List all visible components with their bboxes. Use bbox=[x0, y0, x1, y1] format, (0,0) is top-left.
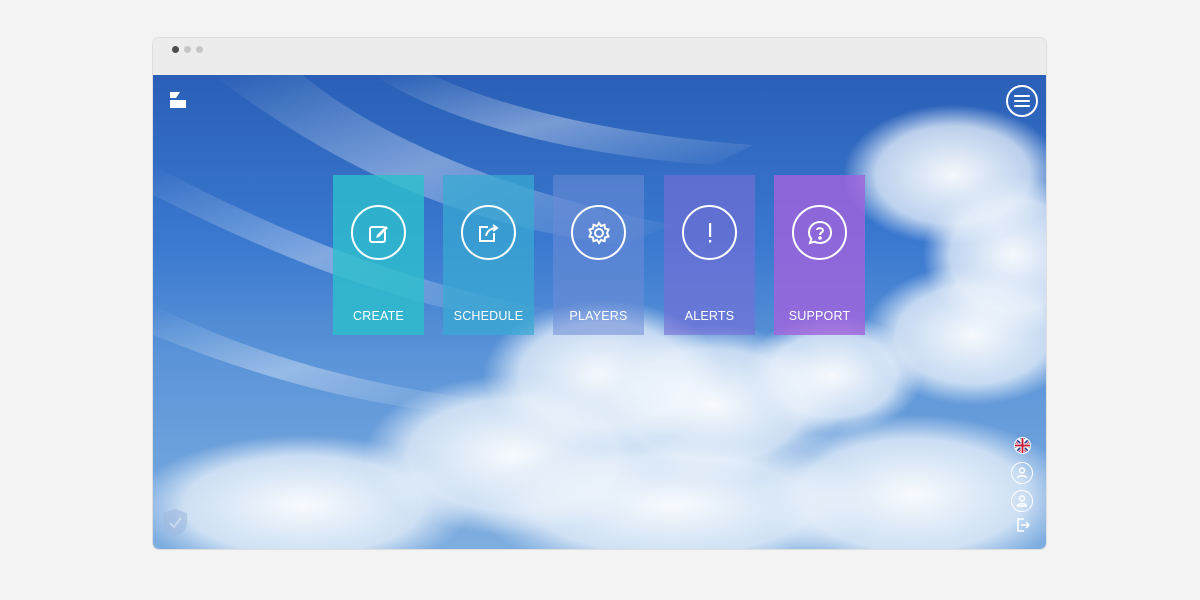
window-close-dot[interactable] bbox=[172, 46, 179, 53]
menu-line bbox=[1014, 95, 1030, 97]
tile-label: SCHEDULE bbox=[453, 309, 524, 323]
user-icon[interactable] bbox=[1011, 490, 1033, 512]
user-settings-icon[interactable] bbox=[1011, 462, 1033, 484]
tile-label: PLAYERS bbox=[569, 309, 628, 323]
uk-flag-icon[interactable] bbox=[1014, 437, 1031, 454]
question-bubble-icon bbox=[792, 205, 847, 260]
window-maximize-dot[interactable] bbox=[196, 46, 203, 53]
tile-support[interactable]: SUPPORT bbox=[774, 175, 865, 335]
browser-window: CREATE SCHEDULE PLAYERS ALERTS SUPPORT bbox=[153, 38, 1046, 549]
shield-check-icon[interactable] bbox=[160, 507, 190, 539]
window-titlebar bbox=[153, 38, 1046, 76]
edit-icon bbox=[351, 205, 406, 260]
brand-logo-icon[interactable] bbox=[168, 90, 188, 110]
logout-icon[interactable] bbox=[1015, 517, 1031, 533]
gear-icon bbox=[571, 205, 626, 260]
menu-line bbox=[1014, 100, 1030, 102]
exclamation-icon bbox=[682, 205, 737, 260]
share-icon bbox=[461, 205, 516, 260]
hamburger-menu-button[interactable] bbox=[1006, 85, 1038, 117]
tile-label: CREATE bbox=[353, 309, 404, 323]
tile-label: SUPPORT bbox=[788, 309, 851, 323]
menu-line bbox=[1014, 105, 1030, 107]
window-minimize-dot[interactable] bbox=[184, 46, 191, 53]
tile-alerts[interactable]: ALERTS bbox=[664, 175, 755, 335]
tile-schedule[interactable]: SCHEDULE bbox=[443, 175, 534, 335]
tile-create[interactable]: CREATE bbox=[333, 175, 424, 335]
tile-players[interactable]: PLAYERS bbox=[553, 175, 644, 335]
app-screen: CREATE SCHEDULE PLAYERS ALERTS SUPPORT bbox=[153, 75, 1046, 549]
tile-label: ALERTS bbox=[684, 309, 735, 323]
